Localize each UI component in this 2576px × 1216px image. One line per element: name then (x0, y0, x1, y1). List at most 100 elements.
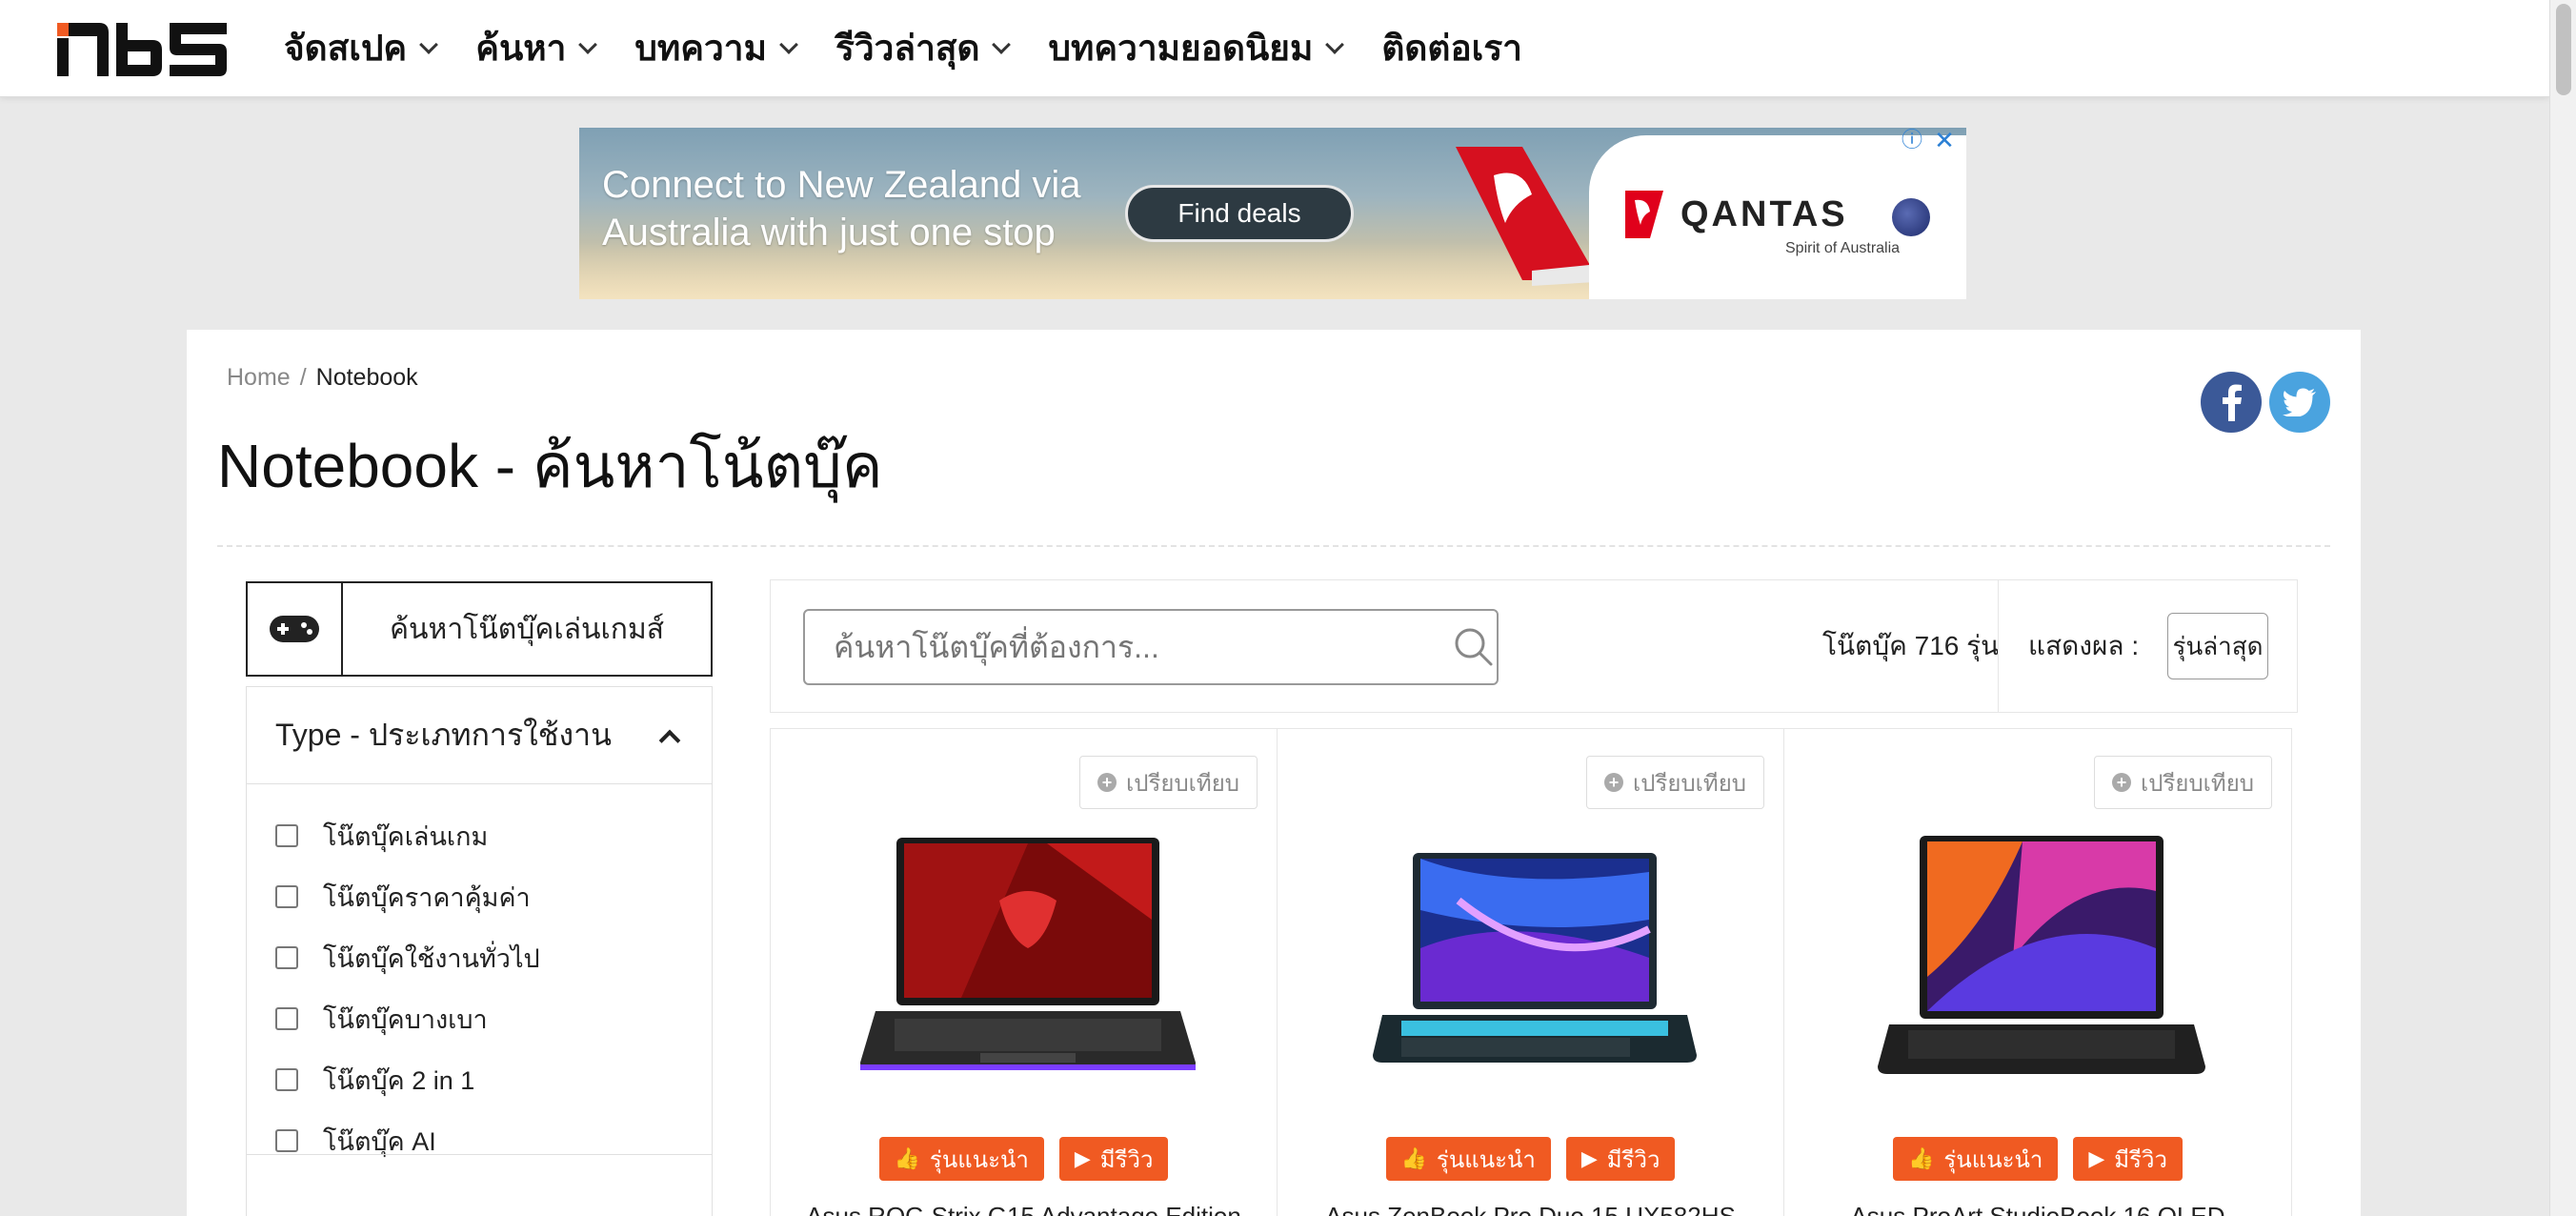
nbs-logo-icon (57, 23, 227, 76)
product-badges: 👍 รุ่นแนะนำ ▶ มีรีวิว (771, 1137, 1277, 1181)
ad-banner[interactable]: Connect to New Zealand via Australia wit… (579, 128, 1966, 299)
laptop-image (860, 838, 1196, 1070)
product-card[interactable]: + เปรียบเทียบ 👍 รุ่นแนะนำ ▶ มีรีวิว Asus Ze… (1278, 729, 1784, 1216)
checkbox[interactable] (275, 885, 298, 908)
badge-label: รุ่นแนะนำ (929, 1146, 1029, 1173)
qantas-logo-icon (1625, 191, 1663, 238)
nav-label: จัดสเปค (284, 28, 408, 68)
checkbox[interactable] (275, 946, 298, 969)
option-label: โน๊ตบุ๊คใช้งานทั่วไป (323, 943, 540, 973)
option-label: โน๊ตบุ๊ค AI (323, 1126, 436, 1156)
main-nav: จัดสเปค ค้นหา บทความ รีวิวล่าสุด บทความย… (284, 0, 1562, 95)
type-option-general[interactable]: โน๊ตบุ๊คใช้งานทั่วไป (247, 927, 712, 988)
thumbs-up-icon: 👍 (1908, 1146, 1935, 1170)
compare-button[interactable]: + เปรียบเทียบ (2094, 756, 2272, 809)
compare-button[interactable]: + เปรียบเทียบ (1079, 756, 1258, 809)
recommended-badge[interactable]: 👍 รุ่นแนะนำ (1385, 1137, 1551, 1181)
search-sort-bar: โน๊ตบุ๊ค 716 รุ่น แสดงผล : รุ่นล่าสุด (770, 579, 2298, 713)
recommended-badge[interactable]: 👍 รุ่นแนะนำ (1893, 1137, 2059, 1181)
gaming-search-label: ค้นหาโน๊ตบุ๊คเล่นเกมส์ (389, 613, 665, 645)
checkbox[interactable] (275, 1129, 298, 1152)
checkbox[interactable] (275, 1007, 298, 1030)
nav-item-spec[interactable]: จัดสเปค (284, 20, 439, 76)
checkbox[interactable] (275, 824, 298, 847)
ad-find-deals-button[interactable]: Find deals (1125, 185, 1354, 242)
type-filter-panel: Type - ประเภทการใช้งาน โน๊ตบุ๊คเล่นเกม โ… (246, 686, 713, 1216)
ad-brand-name: QANTAS (1680, 194, 1848, 234)
chevron-up-icon[interactable] (658, 729, 681, 751)
nav-item-articles[interactable]: บทความ (634, 20, 798, 76)
review-badge[interactable]: ▶ มีรีวิว (2073, 1137, 2183, 1181)
nav-label: รีวิวล่าสุด (835, 28, 980, 68)
thumbs-up-icon: 👍 (894, 1146, 920, 1170)
chevron-down-icon (578, 35, 598, 54)
product-card[interactable]: + เปรียบเทียบ 👍 รุ่นแนะนำ ▶ มีรีวิว Asus Pr… (1784, 729, 2291, 1216)
ad-headline-line2: Australia with just one stop (602, 212, 1056, 253)
plus-circle-icon: + (2112, 773, 2132, 792)
nav-item-search[interactable]: ค้นหา (475, 20, 598, 76)
compare-label: เปรียบเทียบ (1126, 770, 1239, 797)
laptop-image (1373, 853, 1697, 1063)
nav-item-popular-articles[interactable]: บทความยอดนิยม (1048, 20, 1345, 76)
type-filter-list: โน๊ตบุ๊คเล่นเกม โน๊ตบุ๊คราคาคุ้มค่า โน๊ต… (247, 784, 712, 1171)
type-option-2in1[interactable]: โน๊ตบุ๊ค 2 in 1 (247, 1049, 712, 1110)
chevron-down-icon (1325, 35, 1345, 54)
bar-divider (1998, 580, 1999, 712)
top-navbar: จัดสเปค ค้นหา บทความ รีวิวล่าสุด บทความย… (0, 0, 2549, 97)
plus-circle-icon: + (1097, 773, 1117, 792)
social-share (2201, 372, 2330, 433)
scrollbar-thumb[interactable] (2556, 4, 2571, 95)
sort-select[interactable]: รุ่นล่าสุด (2167, 613, 2268, 679)
play-circle-icon: ▶ (1580, 1146, 1598, 1170)
product-name[interactable]: Asus ProArt StudioBook 16 OLED (1784, 1202, 2291, 1216)
close-icon[interactable]: ✕ (1932, 128, 1957, 152)
twitter-icon (2283, 388, 2316, 416)
notebook-search-input[interactable] (803, 609, 1499, 685)
breadcrumb-home[interactable]: Home (227, 364, 291, 392)
badge-label: มีรีวิว (1606, 1146, 1660, 1173)
type-option-gaming[interactable]: โน๊ตบุ๊คเล่นเกม (247, 805, 712, 866)
review-badge[interactable]: ▶ มีรีวิว (1565, 1137, 1676, 1181)
type-option-thin-light[interactable]: โน๊ตบุ๊คบางเบา (247, 988, 712, 1049)
nav-label: ค้นหา (475, 28, 567, 68)
filter-divider (247, 1154, 712, 1155)
title-divider (217, 545, 2330, 547)
recommended-badge[interactable]: 👍 รุ่นแนะนำ (878, 1137, 1044, 1181)
product-card[interactable]: + เปรียบเทียบ 👍 รุ่นแนะนำ ▶ มีรีวิว Asus RO… (771, 729, 1278, 1216)
plus-circle-icon: + (1604, 773, 1624, 792)
play-circle-icon: ▶ (1074, 1146, 1091, 1170)
ad-brand-sub: Spirit of Australia (1785, 240, 1901, 256)
type-filter-title: Type - ประเภทการใช้งาน (275, 718, 612, 752)
review-badge[interactable]: ▶ มีรีวิว (1058, 1137, 1169, 1181)
site-logo[interactable] (55, 19, 229, 80)
compare-button[interactable]: + เปรียบเทียบ (1586, 756, 1764, 809)
type-option-value[interactable]: โน๊ตบุ๊คราคาคุ้มค่า (247, 866, 712, 927)
product-name[interactable]: Asus ROG Strix G15 Advantage Edition (771, 1202, 1277, 1216)
nav-item-contact[interactable]: ติดต่อเรา (1381, 20, 1522, 76)
ad-brand-panel: QANTAS Spirit of Australia (1589, 135, 1966, 299)
nav-label: บทความยอดนิยม (1048, 28, 1314, 68)
search-icon[interactable] (1453, 626, 1495, 668)
chevron-down-icon (779, 35, 798, 54)
sort-label: แสดงผล : (2028, 631, 2140, 660)
option-label: โน๊ตบุ๊คเล่นเกม (323, 821, 489, 851)
breadcrumb-current: Notebook (315, 364, 418, 391)
checkbox[interactable] (275, 1068, 298, 1091)
nav-item-latest-reviews[interactable]: รีวิวล่าสุด (835, 20, 1012, 76)
gaming-notebook-search-button[interactable]: ค้นหาโน๊ตบุ๊คเล่นเกมส์ (246, 581, 713, 677)
result-count: โน๊ตบุ๊ค 716 รุ่น (1822, 631, 2000, 660)
chevron-down-icon (419, 35, 439, 54)
product-name[interactable]: Asus ZenBook Pro Duo 15 UX582HS (1278, 1202, 1783, 1216)
type-option-ai[interactable]: โน๊ตบุ๊ค AI (247, 1110, 712, 1171)
chevron-down-icon (992, 35, 1012, 54)
page-scrollbar[interactable] (2549, 0, 2576, 1216)
facebook-share-button[interactable] (2201, 372, 2262, 433)
option-label: โน๊ตบุ๊คบางเบา (323, 1004, 488, 1034)
type-filter-header[interactable]: Type - ประเภทการใช้งาน (247, 687, 712, 784)
nav-label: บทความ (634, 28, 767, 68)
page-title: Notebook - ค้นหาโน้ตบุ๊ค (217, 432, 883, 500)
info-icon[interactable]: ⓘ (1900, 128, 1924, 152)
twitter-share-button[interactable] (2269, 372, 2330, 433)
ad-headline-line1: Connect to New Zealand via (602, 164, 1081, 206)
product-badges: 👍 รุ่นแนะนำ ▶ มีรีวิว (1278, 1137, 1783, 1181)
